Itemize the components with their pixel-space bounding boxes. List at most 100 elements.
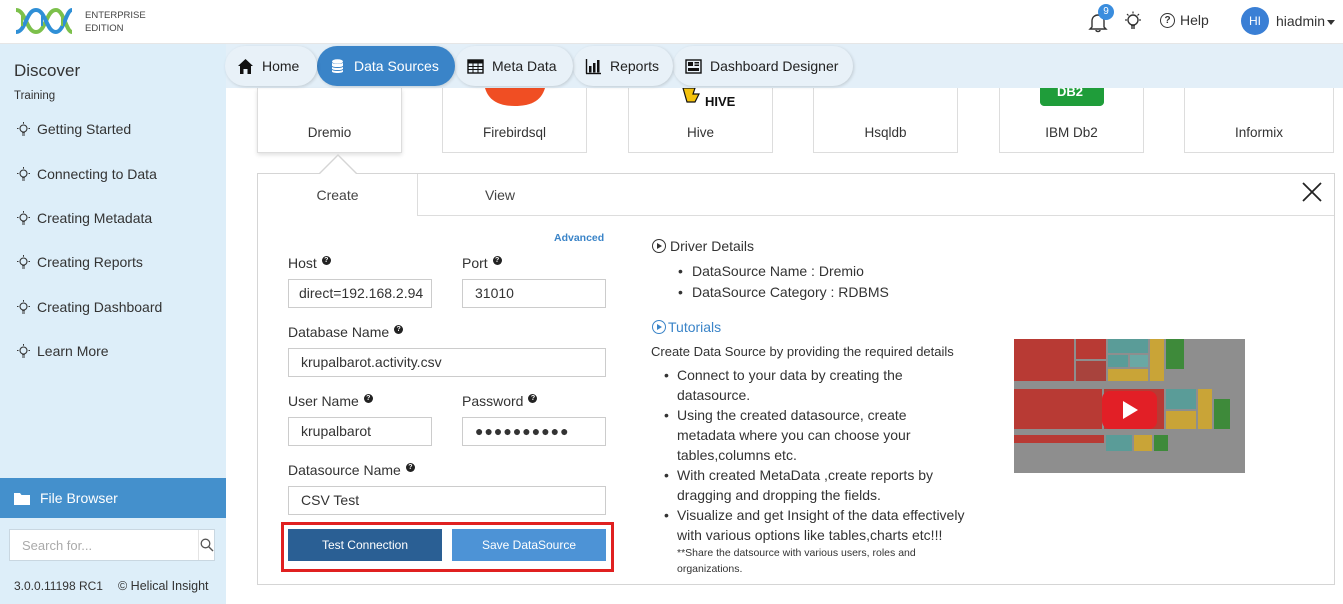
help-icon[interactable]: ? (492, 256, 502, 265)
user-menu[interactable]: hiadmin (1276, 13, 1336, 29)
datasource-card-hive[interactable]: HIVE Hive (628, 88, 773, 153)
password-label: Password? (462, 393, 538, 409)
database-icon (331, 58, 344, 73)
card-label: Hsqldb (864, 125, 907, 140)
list-item: Connect to your data by creating the dat… (664, 365, 927, 405)
tab-dashboard-designer[interactable]: Dashboard Designer (673, 46, 853, 86)
tutorial-video-thumbnail[interactable] (1014, 339, 1245, 473)
test-connection-button[interactable]: Test Connection (288, 529, 442, 561)
help-icon[interactable]: ? (321, 256, 331, 265)
top-bar: ENTERPRISE EDITION 9 ? Help HI hiadmin (0, 0, 1343, 44)
lightbulb-icon[interactable] (1124, 11, 1142, 33)
sidebar: Discover Training Getting Started Connec… (0, 44, 226, 604)
tutorials-note: **Share the datsource with various users… (677, 547, 916, 575)
sidebar-item-label: Creating Dashboard (37, 299, 163, 315)
help-link[interactable]: ? Help (1160, 12, 1209, 28)
hive-logo-icon: HIVE (682, 88, 736, 109)
card-label: Informix (1234, 125, 1283, 140)
tab-create[interactable]: Create (258, 174, 418, 216)
datasource-card-dremio[interactable]: Dremio (257, 88, 402, 153)
bar-chart-icon (585, 58, 601, 74)
file-browser-button[interactable]: File Browser (0, 478, 226, 518)
username-label: hiadmin (1276, 13, 1326, 29)
sidebar-item-label: Creating Metadata (37, 210, 153, 226)
password-label-text: Password (462, 393, 524, 409)
lightbulb-icon (17, 121, 30, 135)
tutorials-title[interactable]: Tutorials (652, 319, 721, 335)
port-field[interactable]: 31010 (462, 279, 606, 308)
username-field[interactable]: krupalbarot (288, 417, 432, 446)
help-icon[interactable]: ? (405, 463, 415, 472)
tab-label: Dashboard Designer (710, 58, 839, 74)
sidebar-item-connecting-to-data[interactable]: Connecting to Data (16, 166, 157, 182)
sidebar-item-creating-dashboard[interactable]: Creating Dashboard (16, 299, 162, 315)
question-circle-icon: ? (1160, 12, 1175, 28)
edition-line-2: EDITION (85, 23, 124, 34)
sidebar-item-getting-started[interactable]: Getting Started (16, 121, 131, 137)
datasource-card-ibm-db2[interactable]: DB2 IBM Db2 (999, 88, 1144, 153)
tab-label: Home (262, 58, 300, 74)
list-item: Visualize and get Insight of the data ef… (664, 505, 972, 545)
port-label-text: Port (462, 255, 488, 271)
lightbulb-icon (17, 343, 30, 357)
tab-label: Reports (610, 58, 660, 74)
tab-divider (418, 215, 1334, 216)
search-input[interactable] (10, 530, 198, 560)
db2-logo-icon: DB2 (1040, 88, 1104, 106)
help-icon[interactable]: ? (363, 394, 373, 403)
driver-details-label: Driver Details (670, 238, 755, 254)
datasource-name-label: Datasource Name? (288, 462, 415, 478)
search-button[interactable] (198, 530, 214, 560)
treemap-thumbnail-image (1014, 339, 1245, 473)
list-item: With created MetaData ,create reports by… (664, 465, 947, 505)
host-field[interactable]: direct=192.168.2.94 (288, 279, 432, 308)
datasource-card-informix[interactable]: Informix (1184, 88, 1334, 153)
lightbulb-icon (17, 299, 30, 313)
notification-badge: 9 (1098, 4, 1114, 20)
tab-data-sources[interactable]: Data Sources (317, 46, 455, 86)
driver-details-title: Driver Details (652, 238, 754, 254)
card-pointer-inner (319, 156, 357, 175)
close-icon[interactable] (1301, 181, 1323, 203)
database-name-field[interactable]: krupalbarot.activity.csv (288, 348, 606, 377)
password-field[interactable]: ●●●●●●●●●● (462, 417, 606, 446)
datasource-card-firebirdsql[interactable]: Firebirdsql (442, 88, 587, 153)
firebird-logo-icon (485, 88, 545, 106)
database-label-text: Database Name (288, 324, 390, 340)
edition-label: ENTERPRISE EDITION (85, 9, 146, 35)
help-icon[interactable]: ? (528, 394, 538, 403)
datasource-name-field[interactable]: CSV Test (288, 486, 606, 515)
tab-home[interactable]: Home (225, 46, 317, 86)
save-datasource-button[interactable]: Save DataSource (452, 529, 606, 561)
lightbulb-icon (17, 254, 30, 268)
card-label: Firebirdsql (482, 125, 547, 140)
version-label: 3.0.0.11198 RC1 (14, 579, 103, 593)
datasource-card-hsqldb[interactable]: Hsqldb (813, 88, 958, 153)
tab-meta-data[interactable]: Meta Data (455, 46, 573, 86)
card-label: IBM Db2 (1045, 125, 1098, 140)
search-box (9, 529, 215, 561)
edition-line-1: ENTERPRISE (85, 10, 146, 21)
folder-icon (14, 492, 30, 505)
tab-reports[interactable]: Reports (573, 46, 673, 86)
helical-logo-icon[interactable] (14, 6, 74, 36)
database-name-label: Database Name? (288, 324, 404, 340)
home-icon (238, 58, 253, 74)
sidebar-item-creating-reports[interactable]: Creating Reports (16, 254, 143, 270)
table-icon (467, 58, 484, 74)
avatar[interactable]: HI (1241, 7, 1269, 35)
help-label: Help (1180, 12, 1209, 28)
advanced-link[interactable]: Advanced (554, 232, 604, 244)
driver-category: DataSource Category : RDBMS (678, 284, 889, 300)
sidebar-title: Discover (14, 61, 81, 80)
tab-label: Meta Data (492, 58, 557, 74)
sidebar-item-learn-more[interactable]: Learn More (16, 343, 109, 359)
file-browser-label: File Browser (40, 490, 118, 506)
sidebar-item-label: Creating Reports (37, 254, 143, 270)
sidebar-item-label: Learn More (37, 343, 109, 359)
dashboard-icon (685, 58, 702, 74)
hive-logo-text: HIVE (705, 94, 736, 109)
sidebar-item-creating-metadata[interactable]: Creating Metadata (16, 210, 152, 226)
help-icon[interactable]: ? (394, 325, 404, 334)
tab-view[interactable]: View (419, 174, 581, 216)
